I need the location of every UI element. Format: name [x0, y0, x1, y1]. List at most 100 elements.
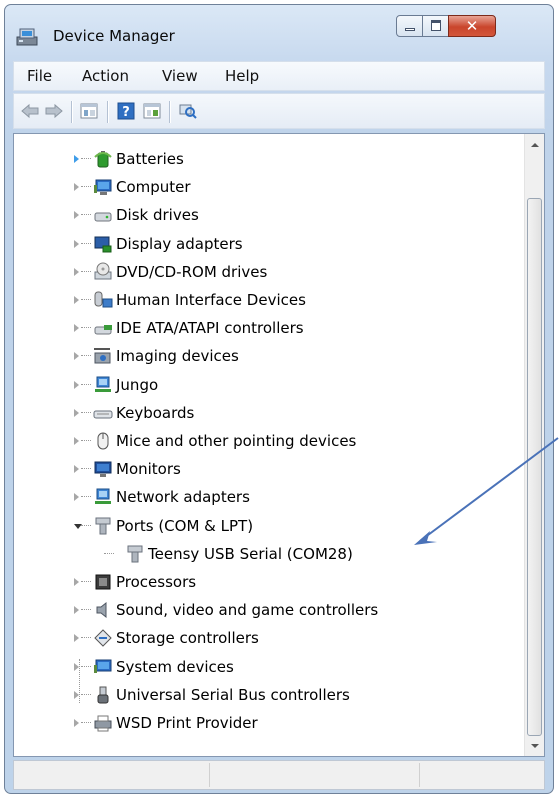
expand-arrow-icon[interactable] — [74, 719, 79, 727]
expand-arrow-icon[interactable] — [74, 408, 79, 417]
vertical-scrollbar[interactable] — [524, 134, 544, 756]
expand-arrow-icon[interactable] — [74, 239, 79, 248]
tree-connector — [81, 722, 91, 724]
expand-arrow-icon[interactable] — [74, 352, 79, 361]
usb-icon — [97, 686, 109, 704]
tree-item-label: Teensy USB Serial (COM28) — [148, 544, 353, 563]
network-device-icon — [95, 376, 111, 392]
tree-connector — [81, 270, 91, 273]
port-icon — [127, 545, 143, 563]
mouse-icon — [97, 432, 109, 450]
scroll-down-button[interactable] — [525, 736, 544, 756]
tree-item[interactable]: Imaging devices — [14, 343, 514, 369]
title-bar[interactable]: Device Manager ✕ — [5, 5, 553, 57]
expand-arrow-icon[interactable] — [74, 296, 79, 304]
tree-connector — [81, 581, 91, 583]
device-tree[interactable]: Batteries Computer Disk drives Display adap… — [13, 133, 545, 757]
expand-arrow-icon[interactable] — [74, 465, 79, 474]
tree-item[interactable]: Processors — [14, 569, 514, 595]
close-button[interactable]: ✕ — [448, 15, 496, 37]
menu-bar: File Action View Help — [13, 61, 545, 91]
tree-connector — [81, 665, 91, 668]
scroll-up-button[interactable] — [525, 134, 544, 154]
dvd-drive-icon — [94, 262, 112, 280]
tree-item-label: Jungo — [116, 375, 159, 394]
tree-connector — [81, 411, 91, 414]
menu-file[interactable]: File — [27, 67, 52, 85]
back-icon[interactable] — [20, 102, 40, 120]
maximize-button[interactable] — [422, 15, 449, 37]
disk-drive-icon — [94, 212, 112, 222]
expand-arrow-icon[interactable] — [74, 606, 79, 615]
tree-item-label: Disk drives — [116, 206, 199, 225]
expand-arrow-icon[interactable] — [74, 183, 79, 192]
tree-item[interactable]: Ports (COM & LPT) — [14, 513, 514, 539]
expand-arrow-icon[interactable] — [74, 662, 79, 671]
expand-arrow-icon[interactable] — [74, 211, 79, 220]
expand-arrow-icon[interactable] — [74, 690, 79, 699]
camera-icon — [94, 348, 111, 364]
tree-item[interactable]: Network adapters — [14, 484, 514, 510]
tree-item[interactable]: Universal Serial Bus controllers — [14, 682, 514, 708]
tree-item-label: Batteries — [116, 150, 184, 168]
tree-item[interactable]: Computer — [14, 174, 514, 200]
status-bar — [13, 760, 545, 790]
tree-item[interactable]: Storage controllers — [14, 625, 514, 651]
expand-arrow-icon[interactable] — [74, 155, 79, 163]
tree-item-label: Imaging devices — [116, 347, 239, 366]
tree-item-label: DVD/CD-ROM drives — [116, 262, 268, 281]
tree-item-label: Mice and other pointing devices — [116, 432, 357, 450]
tree-item[interactable]: Keyboards — [14, 400, 514, 426]
menu-view[interactable]: View — [162, 67, 198, 85]
expand-arrow-icon[interactable] — [74, 380, 79, 389]
tree-item[interactable]: Mice and other pointing devices — [14, 428, 514, 454]
expand-arrow-icon[interactable] — [74, 634, 79, 643]
tree-item-label: Universal Serial Bus controllers — [116, 685, 350, 704]
tree-item[interactable]: Disk drives — [14, 202, 514, 228]
tree-connector — [81, 609, 91, 611]
menu-action[interactable]: Action — [82, 67, 129, 85]
menu-help[interactable]: Help — [225, 67, 259, 85]
scan-hardware-icon[interactable] — [178, 102, 198, 120]
tree-connector — [81, 242, 91, 245]
status-panel-divider — [419, 763, 420, 787]
tree-connector — [81, 299, 91, 301]
monitor-icon — [94, 461, 112, 478]
tree-item-label: IDE ATA/ATAPI controllers — [116, 319, 304, 338]
port-icon — [95, 517, 111, 535]
expand-arrow-icon[interactable] — [74, 578, 79, 586]
tree-item[interactable]: Teensy USB Serial (COM28) — [14, 541, 514, 567]
tree-item[interactable]: Jungo — [14, 372, 514, 398]
expand-arrow-icon[interactable] — [74, 324, 79, 333]
tree-item[interactable]: DVD/CD-ROM drives — [14, 259, 514, 285]
tree-item[interactable]: Display adapters — [14, 231, 514, 257]
tree-item-label: Sound, video and game controllers — [116, 601, 379, 620]
tree-item[interactable]: System devices — [14, 654, 514, 680]
tree-item-label: Monitors — [116, 460, 181, 479]
tree-item[interactable]: IDE ATA/ATAPI controllers — [14, 315, 514, 341]
expand-arrow-icon[interactable] — [74, 267, 79, 276]
tree-item[interactable]: WSD Print Provider — [14, 710, 514, 736]
toolbar: ? — [13, 93, 545, 129]
tree-item-label: Network adapters — [116, 488, 250, 507]
tree-item[interactable]: Batteries — [14, 146, 514, 172]
keyboard-icon — [93, 410, 113, 419]
tree-connector — [81, 693, 91, 696]
expand-arrow-icon[interactable] — [74, 437, 79, 445]
forward-icon[interactable] — [44, 102, 64, 120]
tree-connector — [81, 327, 91, 329]
scroll-thumb[interactable] — [527, 198, 542, 736]
help-icon[interactable]: ? — [116, 102, 136, 120]
properties-icon[interactable] — [79, 102, 99, 120]
tree-item-label: Human Interface Devices — [116, 291, 306, 309]
tree-item[interactable]: Monitors — [14, 456, 514, 482]
system-devices-icon — [94, 659, 112, 673]
display-adapter-icon — [94, 236, 112, 253]
tree-item[interactable]: Human Interface Devices — [14, 287, 514, 313]
tree-item[interactable]: Sound, video and game controllers — [14, 597, 514, 623]
network-adapter-icon — [95, 488, 111, 505]
tree-connector — [81, 468, 91, 470]
expand-arrow-icon[interactable] — [74, 493, 79, 502]
minimize-button[interactable] — [396, 15, 423, 37]
show-hidden-icon[interactable] — [142, 102, 162, 120]
